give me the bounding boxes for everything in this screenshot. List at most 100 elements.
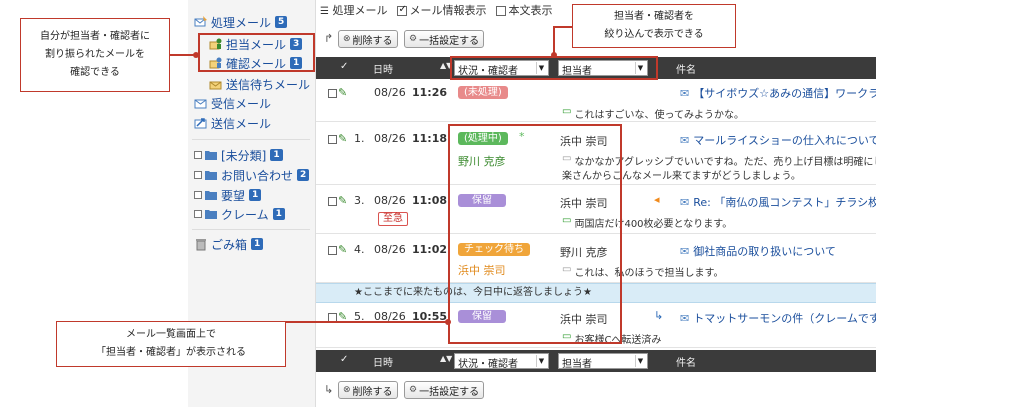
status-filter-label: 状況・確認者: [458, 359, 518, 370]
delete-button-label: 削除する: [352, 35, 393, 47]
assignee-filter[interactable]: 担当者 ▼: [558, 353, 648, 370]
row-date: 08/26: [374, 194, 406, 207]
sidebar-divider: [192, 229, 310, 230]
show-info-checkbox[interactable]: [397, 4, 408, 16]
sidebar-item-sent[interactable]: 送信メール: [194, 114, 271, 132]
highlight-filters: [450, 56, 658, 80]
bulk-button-label: 一括設定する: [419, 35, 480, 47]
inbox-icon: [194, 96, 208, 110]
reply-arrow-icon: ◂: [654, 193, 660, 206]
select-arrow-icon: ↱: [324, 32, 334, 45]
mail-subject-link[interactable]: ✉ 御社商品の取り扱いについて: [680, 243, 836, 259]
edit-icon: ✎: [338, 86, 348, 99]
annotation-text: メール一覧画面上で: [126, 329, 216, 340]
comment-text: これはすごいな、使ってみようかな。: [574, 110, 744, 121]
row-checkbox[interactable]: [328, 245, 337, 255]
annotation-leader: [286, 321, 448, 323]
table-row[interactable]: ✎ 08/26 11:26 (未処理) ✉ 【サイボウズ☆あみの通信】ワークライ …: [316, 80, 876, 122]
mail-subject-text: 【サイボウズ☆あみの通信】ワークライ: [693, 87, 876, 100]
delete-icon: ⊗: [343, 385, 351, 395]
sidebar-item-label: 処理メール: [211, 15, 272, 30]
col-date[interactable]: 日時: [373, 61, 393, 76]
sort-icon[interactable]: ▲▼: [440, 354, 452, 363]
assignee-filter-label: 担当者: [562, 359, 592, 370]
count-badge: 5: [275, 16, 288, 28]
sidebar-folder-request[interactable]: 要望 1: [194, 186, 262, 204]
sidebar-folder-unclassified[interactable]: [未分類] 1: [194, 146, 283, 164]
row-date: 08/26: [374, 243, 406, 256]
trash-icon: [194, 237, 208, 251]
mail-subject-link[interactable]: ✉ トマットサーモンの件（クレームです）: [680, 310, 876, 326]
highlight-assigned-confirm: [198, 33, 315, 72]
delete-button[interactable]: ⊗ 削除する: [338, 30, 398, 48]
sidebar-item-label: 受信メール: [211, 96, 272, 111]
row-number: 1.: [354, 132, 365, 145]
col-subject[interactable]: 件名: [676, 354, 696, 369]
gear-icon: ⚙: [409, 34, 418, 44]
check-all-icon[interactable]: ✓: [340, 354, 348, 365]
folder-toggle[interactable]: [194, 171, 202, 179]
table-footer-header: ✓ 日時 ▲▼ 状況・確認者 ▼ 担当者 ▼ 件名: [316, 350, 876, 372]
annotation-top: 担当者・確認者を 絞り込んで表示できる: [572, 4, 736, 48]
sidebar-item-received[interactable]: 受信メール: [194, 94, 271, 112]
row-time: 11:26: [412, 86, 448, 99]
annotation-text: 絞り込んで表示できる: [604, 29, 704, 40]
delete-button[interactable]: ⊗ 削除する: [338, 381, 398, 399]
col-date[interactable]: 日時: [373, 354, 393, 369]
mail-subject-link[interactable]: ✉ Re: 「南仏の風コンテスト」チラシ枚数: [680, 194, 876, 210]
sidebar-folder-label: お問い合わせ: [221, 168, 294, 183]
folder-toggle[interactable]: [194, 151, 202, 159]
row-time: 11:18: [412, 132, 448, 145]
show-body-toggle[interactable]: 本文表示: [496, 2, 552, 18]
sidebar-item-label: 送信メール: [211, 116, 272, 131]
sidebar-item-processing[interactable]: 処理メール 5: [194, 13, 288, 31]
folder-icon: [204, 207, 218, 221]
bulk-settings-button[interactable]: ⚙ 一括設定する: [404, 30, 485, 48]
count-badge: 1: [251, 238, 264, 250]
row-time: 11:02: [412, 243, 448, 256]
urgent-badge: 至急: [378, 212, 408, 226]
sidebar-item-trash[interactable]: ごみ箱 1: [194, 235, 264, 253]
toolbar-title-text: 処理メール: [332, 4, 388, 17]
sidebar-item-label: 送信待ちメール: [226, 77, 311, 92]
row-checkbox[interactable]: [328, 196, 337, 206]
list-icon: ☰: [320, 6, 329, 17]
sidebar-item-waiting[interactable]: 送信待ちメール: [209, 75, 310, 93]
col-subject[interactable]: 件名: [676, 61, 696, 76]
check-all-icon[interactable]: ✓: [340, 61, 348, 72]
mail-subject-link[interactable]: ✉ マールライスショーの仕入れについて: [680, 132, 876, 148]
outbox-icon: [209, 77, 223, 91]
row-checkbox[interactable]: [328, 88, 337, 98]
comment-icon: ▭: [562, 106, 572, 117]
show-info-toggle[interactable]: メール情報表示: [397, 2, 486, 18]
show-body-checkbox[interactable]: [496, 6, 507, 16]
annotation-text: 確認できる: [70, 67, 120, 78]
annotation-text: 割り振られたメールを: [45, 49, 145, 60]
sidebar-folder-inquiry[interactable]: お問い合わせ 2: [194, 166, 310, 184]
row-time: 11:08: [412, 194, 448, 207]
count-badge: 1: [249, 189, 262, 201]
row-checkbox[interactable]: [328, 134, 337, 144]
mail-icon: ✉: [680, 244, 690, 258]
sidebar-folder-claim[interactable]: クレーム 1: [194, 205, 285, 223]
bulk-settings-button[interactable]: ⚙ 一括設定する: [404, 381, 485, 399]
folder-toggle[interactable]: [194, 210, 202, 218]
sidebar-folder-label: 要望: [221, 188, 246, 203]
mail-subject-link[interactable]: ✉ 【サイボウズ☆あみの通信】ワークライ: [680, 85, 876, 101]
folder-icon: [204, 148, 218, 162]
sent-mail-icon: [194, 116, 208, 130]
view-toolbar: ☰ 処理メール メール情報表示 本文表示: [320, 2, 552, 18]
count-badge: 2: [297, 169, 310, 181]
annotation-text: 自分が担当者・確認者に: [40, 31, 150, 42]
folder-toggle[interactable]: [194, 191, 202, 199]
show-info-label: メール情報表示: [409, 4, 487, 17]
edit-icon: ✎: [338, 132, 348, 145]
chevron-down-icon: ▼: [635, 355, 645, 367]
annotation-left: 自分が担当者・確認者に 割り振られたメールを 確認できる: [20, 18, 170, 92]
show-body-label: 本文表示: [508, 4, 553, 17]
row-date: 08/26: [374, 132, 406, 145]
folder-icon: [204, 188, 218, 202]
row-number: 4.: [354, 243, 365, 256]
status-confirmer-filter[interactable]: 状況・確認者 ▼: [454, 353, 549, 370]
select-arrow-icon: ↳: [324, 383, 334, 396]
